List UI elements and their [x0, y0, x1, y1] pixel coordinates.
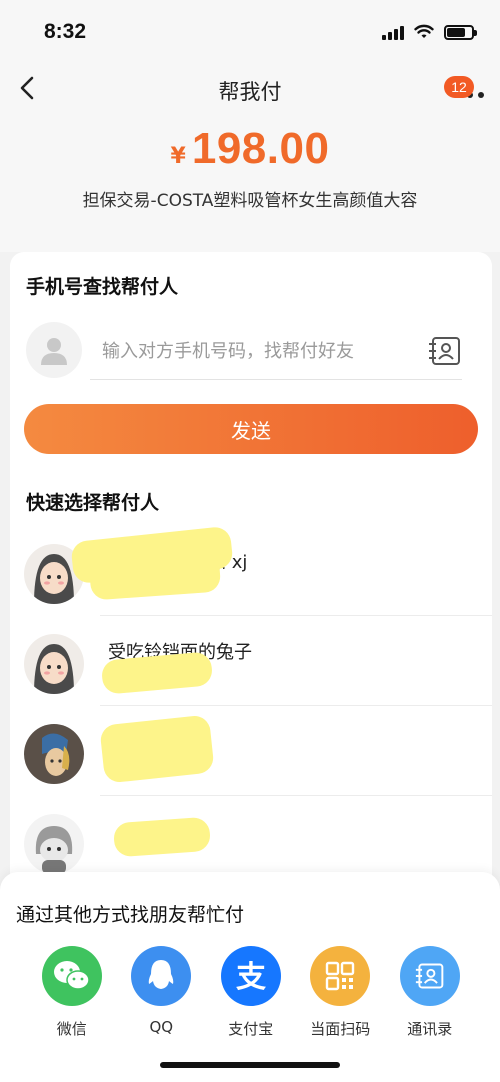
quick-select-title: 快速选择帮付人 [26, 492, 160, 514]
currency-symbol: ¥ [170, 144, 186, 169]
payment-amount: ¥ 198.00 [0, 124, 500, 174]
share-panel: 通过其他方式找朋友帮忙付 微信 QQ 支 支付宝 当面扫码 通讯录 [0, 872, 500, 1082]
page-title: 帮我付 [218, 80, 282, 104]
send-button[interactable]: 发送 [24, 404, 478, 454]
friend-item[interactable]: 受吃铃铛面的兔子 [10, 616, 492, 706]
redaction-mark [99, 714, 215, 784]
status-time: 8:32 [44, 20, 87, 43]
share-qq-button[interactable]: QQ [117, 946, 207, 1039]
share-label: 通讯录 [407, 1020, 453, 1038]
status-icons [382, 22, 477, 42]
avatar [24, 814, 84, 874]
redaction-mark [88, 551, 222, 601]
friend-item[interactable]: 备加 xj [10, 525, 492, 616]
share-label: QQ [149, 1018, 174, 1036]
user-icon [41, 338, 67, 365]
battery-icon [444, 24, 477, 40]
wifi-icon [414, 24, 434, 38]
qq-icon [131, 946, 192, 1006]
share-label: 微信 [56, 1020, 87, 1038]
helper-card: 手机号查找帮付人 发送 快速选择帮付人 [10, 252, 492, 952]
friend-item[interactable] [10, 706, 492, 796]
share-qr-button[interactable]: 当面扫码 [296, 946, 386, 1039]
amount-value: 198.00 [191, 124, 330, 173]
home-indicator [160, 1062, 340, 1068]
share-label: 支付宝 [228, 1020, 274, 1038]
avatar [24, 724, 84, 784]
contact-book-button[interactable] [428, 336, 462, 366]
share-wechat-button[interactable]: 微信 [27, 946, 117, 1039]
more-button[interactable]: 12 [444, 76, 486, 98]
signal-icon [382, 24, 404, 40]
share-label: 当面扫码 [310, 1020, 371, 1038]
share-options: 微信 QQ 支 支付宝 当面扫码 通讯录 [0, 946, 500, 1039]
alipay-icon: 支 [220, 946, 281, 1006]
share-contacts-button[interactable]: 通讯录 [385, 946, 475, 1039]
phone-search-title: 手机号查找帮付人 [26, 276, 179, 298]
header: 帮我付 12 ¥ 198.00 担保交易-COSTA塑料吸管杯女生高颜值大容 [0, 62, 500, 252]
wechat-icon [41, 946, 102, 1006]
phone-input-row [90, 322, 462, 380]
status-bar: 8:32 [0, 0, 500, 62]
phone-number-input[interactable] [102, 336, 412, 366]
share-title: 通过其他方式找朋友帮忙付 [16, 904, 245, 926]
avatar [24, 634, 84, 694]
contacts-icon [399, 946, 460, 1006]
svg-text:支: 支 [236, 960, 266, 994]
redaction-mark [112, 816, 212, 858]
default-avatar [26, 322, 82, 378]
order-description: 担保交易-COSTA塑料吸管杯女生高颜值大容 [82, 191, 418, 211]
contacts-icon [429, 337, 460, 365]
notification-badge: 12 [444, 76, 474, 98]
qr-code-icon [310, 946, 371, 1006]
share-alipay-button[interactable]: 支 支付宝 [206, 946, 296, 1039]
